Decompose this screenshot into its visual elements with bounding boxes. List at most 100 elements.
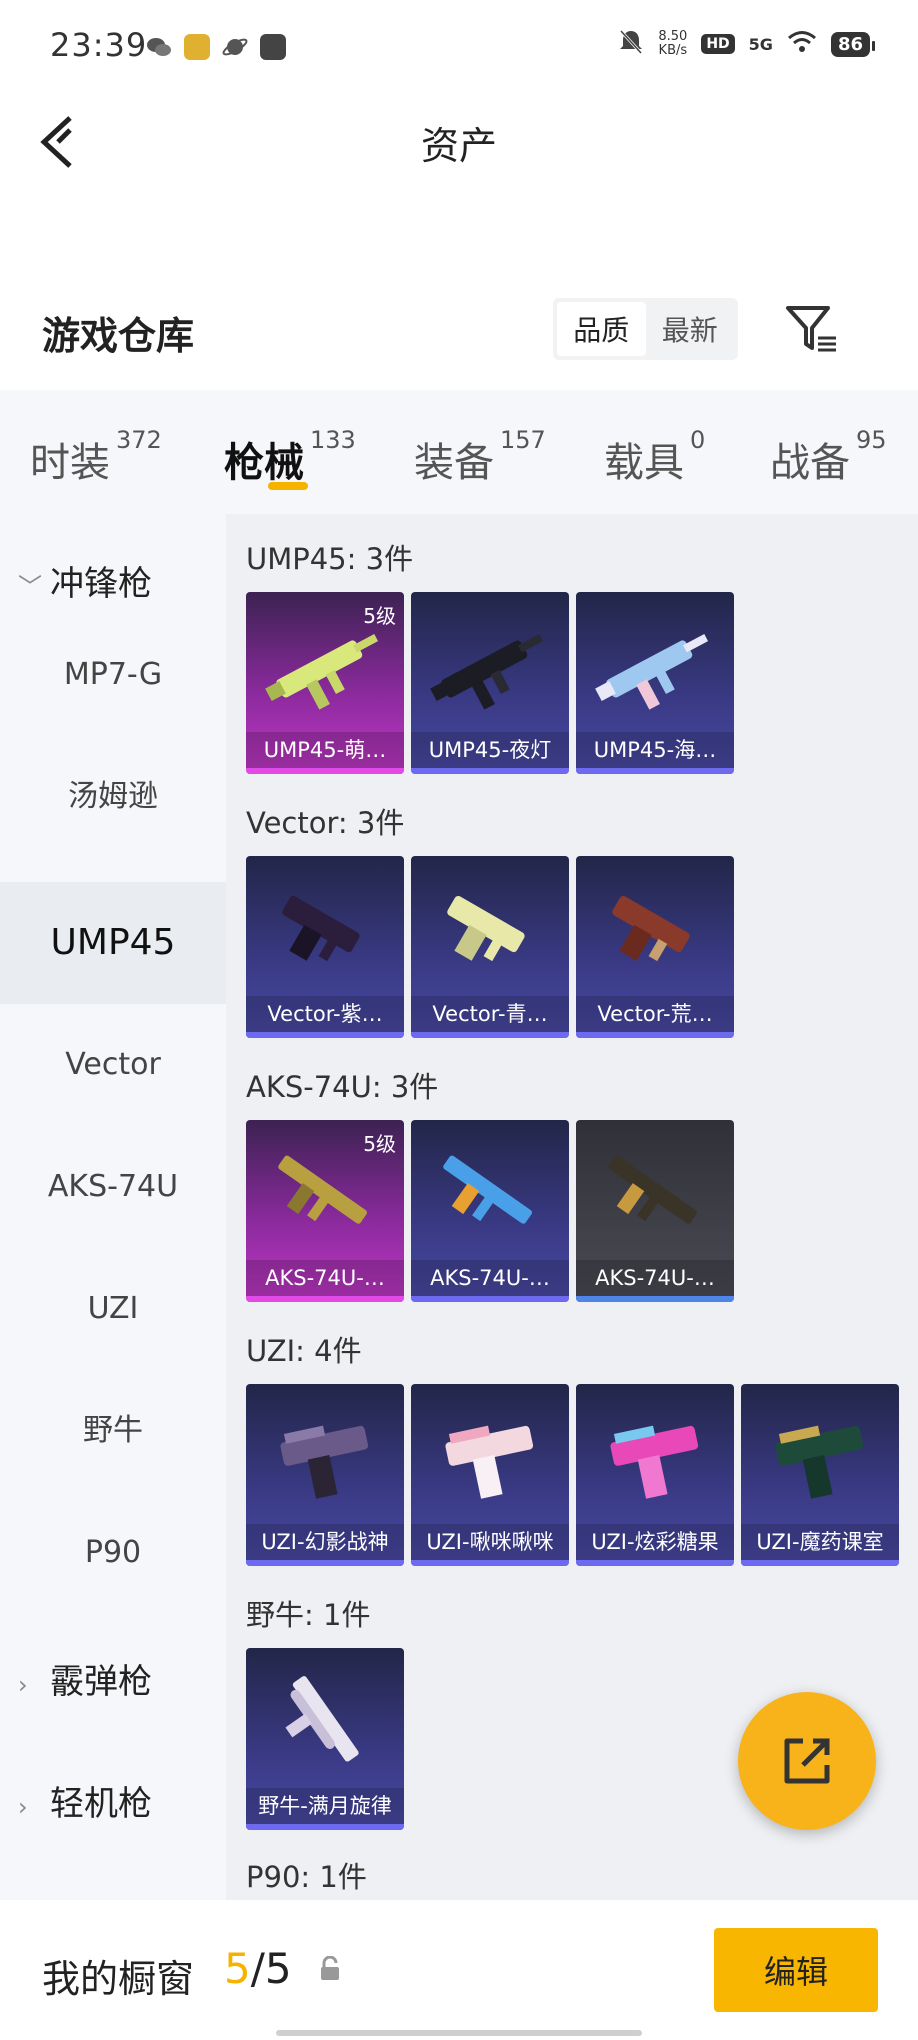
showcase-total: 5 (264, 1944, 292, 1993)
bizon-skin-icon (285, 1676, 359, 1762)
sidebar-item-vector[interactable]: Vector (0, 1004, 226, 1126)
tab-indicator (268, 482, 308, 490)
game-app-icon (184, 34, 210, 60)
vector-skin-icon (282, 895, 360, 962)
edit-button[interactable]: 编辑 (714, 1928, 878, 2012)
sidebar-item-bizon[interactable]: 野牛 (0, 1370, 226, 1492)
bag-app-icon (260, 34, 286, 60)
quality-bar (246, 1032, 404, 1038)
group-title-p90: P90: 1件 (246, 1860, 367, 1894)
weapon-card-label: Vector-荒… (576, 996, 734, 1032)
sidebar-item-thompson[interactable]: 汤姆逊 (0, 736, 226, 858)
weapon-card[interactable]: UMP45-夜灯 (411, 592, 569, 774)
filter-button[interactable] (782, 300, 842, 360)
group-title-ump45: UMP45: 3件 (246, 542, 414, 576)
chevron-right-icon: › (18, 1671, 28, 1699)
weapon-card[interactable]: AKS-74U-… (411, 1120, 569, 1302)
share-external-icon (784, 1738, 830, 1784)
quality-bar (741, 1560, 899, 1566)
group-title-aks74u: AKS-74U: 3件 (246, 1070, 439, 1104)
uzi-skin-icon (775, 1425, 864, 1499)
tab-label: 装备 (414, 440, 494, 486)
weapon-card[interactable]: AKS-74U-… (576, 1120, 734, 1302)
tab-label: 战备 (770, 440, 850, 486)
tab-guns[interactable]: 枪械 133 (224, 426, 356, 488)
weapon-card-label: UMP45-萌… (246, 732, 404, 768)
tab-vehicles[interactable]: 载具 0 (604, 426, 705, 488)
weapon-card-label: UMP45-夜灯 (411, 732, 569, 768)
status-time: 23:39 (50, 26, 148, 64)
group-title-uzi: UZI: 4件 (246, 1334, 362, 1368)
level-badge: 5级 (363, 604, 396, 628)
share-button[interactable] (738, 1692, 876, 1830)
weapon-card-label: Vector-紫… (246, 996, 404, 1032)
net-speed: 8.50 KB/s (658, 30, 687, 58)
weapon-card[interactable]: UZI-魔药课室 (741, 1384, 899, 1566)
quality-bar (246, 768, 404, 774)
tab-count: 0 (690, 426, 706, 454)
weapon-card-label: 野牛-满月旋律 (246, 1788, 404, 1824)
quality-bar (576, 1296, 734, 1302)
weapon-card[interactable]: 野牛-满月旋律 (246, 1648, 404, 1830)
sort-latest-button[interactable]: 最新 (646, 302, 735, 356)
wechat-icon (146, 34, 172, 60)
sort-quality-button[interactable]: 品质 (557, 302, 646, 356)
category-tabs: 时装 372 枪械 133 装备 157 载具 0 战备 95 (0, 390, 918, 514)
weapon-card[interactable]: UZI-幻影战神 (246, 1384, 404, 1566)
tab-equipment[interactable]: 装备 157 (414, 426, 546, 488)
weapon-card-label: AKS-74U-… (246, 1260, 404, 1296)
aks74u-skin-icon (443, 1155, 532, 1224)
chevron-right-icon: › (18, 1793, 28, 1821)
quality-bar (411, 1560, 569, 1566)
filter-icon (786, 306, 836, 352)
weapon-card-label: UZI-啾咪啾咪 (411, 1524, 569, 1560)
weapon-card-label: UZI-魔药课室 (741, 1524, 899, 1560)
showcase-bar: 我的橱窗 5/5 编辑 (0, 1900, 918, 2040)
wifi-icon (787, 30, 817, 58)
weapon-card-label: Vector-青… (411, 996, 569, 1032)
sidebar-category-shotgun[interactable]: › 霰弹枪 (18, 1654, 152, 1703)
showcase-separator: / (250, 1944, 265, 1993)
ump45-skin-icon (595, 634, 709, 710)
weapon-card[interactable]: Vector-青… (411, 856, 569, 1038)
weapon-card-label: AKS-74U-… (411, 1260, 569, 1296)
showcase-title: 我的橱窗 (42, 1957, 195, 2001)
aks74u-skin-icon (608, 1155, 697, 1224)
showcase-current: 5 (224, 1944, 251, 1993)
tab-label: 时装 (30, 440, 110, 486)
group-title-bizon: 野牛: 1件 (246, 1598, 371, 1632)
hd-badge: HD (701, 34, 735, 54)
network-type: 5G (748, 34, 773, 54)
tab-count: 157 (500, 426, 546, 454)
quality-bar (576, 768, 734, 774)
sort-toggle: 品质 最新 (553, 298, 738, 360)
sidebar-category-smg[interactable]: ﹀ 冲锋枪 (18, 556, 152, 605)
sidebar-category-lmg[interactable]: › 轻机枪 (18, 1776, 152, 1825)
sidebar-item-mp7g[interactable]: MP7-G (0, 614, 226, 736)
weapon-card[interactable]: UZI-炫彩糖果 (576, 1384, 734, 1566)
warehouse-title: 游戏仓库 (42, 314, 195, 358)
uzi-skin-icon (280, 1425, 369, 1499)
weapon-sidebar: ﹀ 冲锋枪 MP7-G 汤姆逊 UMP45 Vector AKS-74U UZI … (0, 514, 226, 1900)
weapon-card[interactable]: 5级 AKS-74U-… (246, 1120, 404, 1302)
sidebar-item-p90[interactable]: P90 (0, 1492, 226, 1614)
tab-supplies[interactable]: 战备 95 (770, 426, 887, 488)
quality-bar (246, 1560, 404, 1566)
sidebar-category-label: 霰弹枪 (50, 1662, 152, 1702)
tab-fashion[interactable]: 时装 372 (30, 426, 162, 488)
home-indicator (276, 2030, 642, 2036)
weapon-card[interactable]: Vector-紫… (246, 856, 404, 1038)
tab-count: 133 (310, 426, 356, 454)
status-right: 8.50 KB/s HD 5G 86 (618, 28, 876, 60)
net-speed-unit: KB/s (658, 43, 688, 58)
weapon-card[interactable]: 5级 UMP45-萌… (246, 592, 404, 774)
weapon-card[interactable]: UMP45-海… (576, 592, 734, 774)
sidebar-item-uzi[interactable]: UZI (0, 1248, 226, 1370)
sidebar-item-aks74u[interactable]: AKS-74U (0, 1126, 226, 1248)
weapon-card[interactable]: UZI-啾咪啾咪 (411, 1384, 569, 1566)
weapon-card[interactable]: Vector-荒… (576, 856, 734, 1038)
uzi-skin-icon (610, 1425, 699, 1499)
status-bar: 23:39 8.50 KB/s HD 5G 86 (0, 0, 918, 92)
sidebar-item-ump45[interactable]: UMP45 (0, 882, 226, 1004)
quality-bar (576, 1560, 734, 1566)
